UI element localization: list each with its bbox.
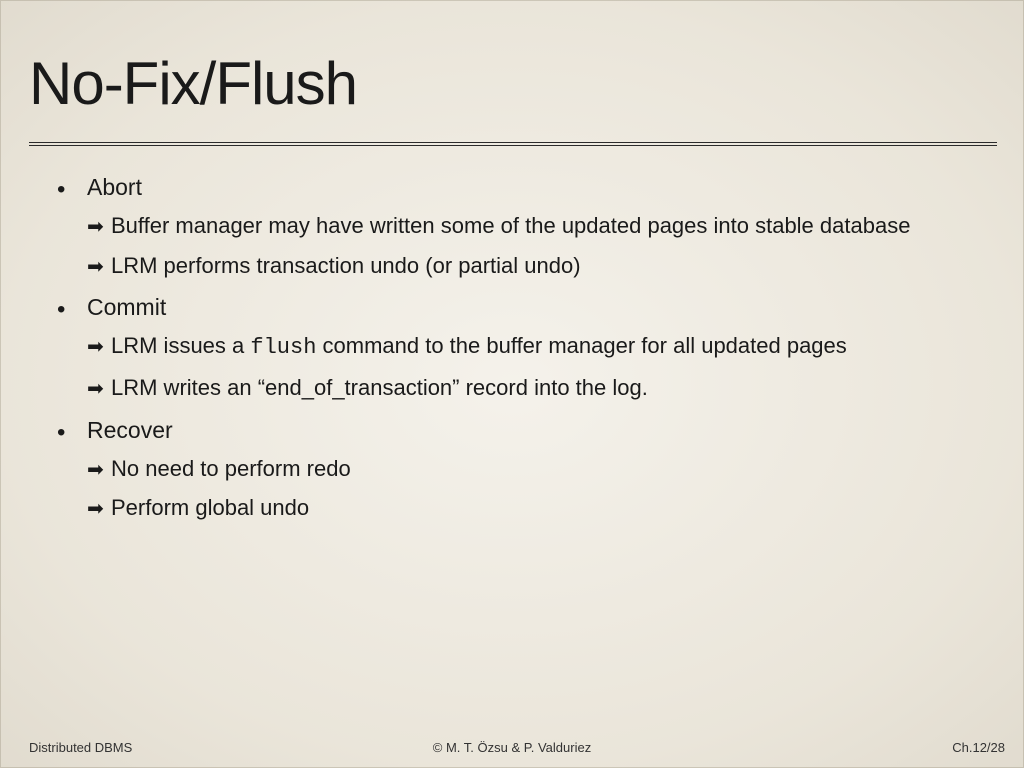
footer-right: Ch.12/28 [952,740,1005,755]
bullet-recover: • Recover [57,417,985,444]
arrow-icon: ➡ [87,376,111,402]
bullet-label: Recover [87,417,173,444]
sub-item: ➡ Buffer manager may have written some o… [87,211,985,241]
sub-list-abort: ➡ Buffer manager may have written some o… [87,211,985,280]
sub-item: ➡ LRM performs transaction undo (or part… [87,251,985,281]
bullet-commit: • Commit [57,294,985,321]
bullet-label: Abort [87,174,142,201]
sub-text: LRM issues a flush command to the buffer… [111,331,847,363]
title-rule [29,142,997,146]
sub-text: LRM performs transaction undo (or partia… [111,251,581,281]
bullet-label: Commit [87,294,166,321]
arrow-icon: ➡ [87,334,111,360]
content-area: • Abort ➡ Buffer manager may have writte… [29,174,995,523]
arrow-icon: ➡ [87,254,111,280]
sub-text: Buffer manager may have written some of … [111,211,910,241]
arrow-icon: ➡ [87,214,111,240]
sub-item: ➡ Perform global undo [87,493,985,523]
arrow-icon: ➡ [87,496,111,522]
sub-text-pre: LRM issues a [111,333,250,358]
bullet-dot-icon: • [57,178,87,202]
sub-list-recover: ➡ No need to perform redo ➡ Perform glob… [87,454,985,523]
bullet-abort: • Abort [57,174,985,201]
slide: No-Fix/Flush • Abort ➡ Buffer manager ma… [1,1,1023,767]
sub-text: No need to perform redo [111,454,351,484]
sub-list-commit: ➡ LRM issues a flush command to the buff… [87,331,985,402]
sub-item: ➡ LRM writes an “end_of_transaction” rec… [87,373,985,403]
slide-title: No-Fix/Flush [29,49,995,118]
sub-text: Perform global undo [111,493,309,523]
sub-text-post: command to the buffer manager for all up… [316,333,846,358]
bullet-dot-icon: • [57,421,87,445]
code-flush: flush [250,335,316,360]
sub-text: LRM writes an “end_of_transaction” recor… [111,373,648,403]
footer-left: Distributed DBMS [29,740,132,755]
arrow-icon: ➡ [87,457,111,483]
sub-item: ➡ No need to perform redo [87,454,985,484]
footer: Distributed DBMS © M. T. Özsu & P. Valdu… [1,740,1023,755]
sub-item: ➡ LRM issues a flush command to the buff… [87,331,985,363]
footer-center: © M. T. Özsu & P. Valduriez [433,740,591,755]
bullet-dot-icon: • [57,298,87,322]
